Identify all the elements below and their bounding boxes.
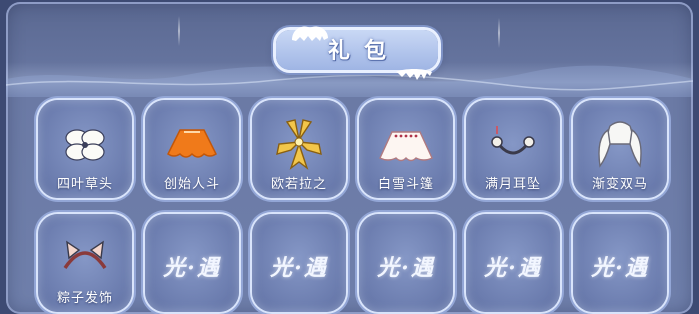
item-label: 渐变双马 bbox=[591, 177, 648, 192]
item-tile-moon-earring[interactable]: 满月耳坠 bbox=[466, 100, 560, 198]
item-tile-golden-bow[interactable]: 欧若拉之 bbox=[252, 100, 346, 198]
title-banner: 礼包 bbox=[276, 22, 438, 80]
sky-game-logo: 光·遇 bbox=[591, 255, 649, 281]
item-tile-four-leaf-clover[interactable]: 四叶草头 bbox=[38, 100, 132, 198]
sky-game-logo: 光·遇 bbox=[377, 255, 435, 281]
golden-bow-icon bbox=[276, 119, 322, 170]
orange-cape-icon bbox=[167, 129, 217, 158]
moon-earring-icon bbox=[491, 126, 535, 155]
locked-slot[interactable]: 光·遇 bbox=[359, 214, 453, 312]
snow-cap-decoration bbox=[396, 69, 432, 80]
item-label: 满月耳坠 bbox=[484, 177, 541, 192]
gift-pack-panel: 礼包 四叶草头 创始人斗 欧若拉之 白雪斗篷 满月耳坠 渐变双马 粽子发饰 光·… bbox=[6, 2, 693, 314]
sparkle-decoration bbox=[178, 16, 180, 46]
locked-slot[interactable]: 光·遇 bbox=[573, 214, 667, 312]
cat-ear-headband-icon bbox=[63, 240, 107, 270]
item-label: 四叶草头 bbox=[56, 177, 113, 192]
item-tile-white-cape[interactable]: 白雪斗篷 bbox=[359, 100, 453, 198]
sky-game-logo: 光·遇 bbox=[270, 255, 328, 281]
sky-game-logo: 光·遇 bbox=[163, 255, 221, 281]
white-cape-icon bbox=[379, 131, 433, 162]
four-leaf-clover-icon bbox=[65, 129, 105, 161]
sky-game-logo: 光·遇 bbox=[484, 255, 542, 281]
item-label: 白雪斗篷 bbox=[377, 177, 434, 192]
item-label: 创始人斗 bbox=[163, 177, 220, 192]
item-label: 粽子发饰 bbox=[56, 291, 113, 306]
locked-slot[interactable]: 光·遇 bbox=[252, 214, 346, 312]
locked-slot[interactable]: 光·遇 bbox=[466, 214, 560, 312]
page-title: 礼包 bbox=[327, 39, 400, 64]
item-tile-orange-cape[interactable]: 创始人斗 bbox=[145, 100, 239, 198]
item-tile-twin-ponytail[interactable]: 渐变双马 bbox=[573, 100, 667, 198]
item-tile-cat-ear-headband[interactable]: 粽子发饰 bbox=[38, 214, 132, 312]
sparkle-decoration bbox=[498, 18, 500, 48]
twin-ponytail-hair-icon bbox=[598, 121, 642, 168]
item-label: 欧若拉之 bbox=[270, 177, 327, 192]
locked-slot[interactable]: 光·遇 bbox=[145, 214, 239, 312]
